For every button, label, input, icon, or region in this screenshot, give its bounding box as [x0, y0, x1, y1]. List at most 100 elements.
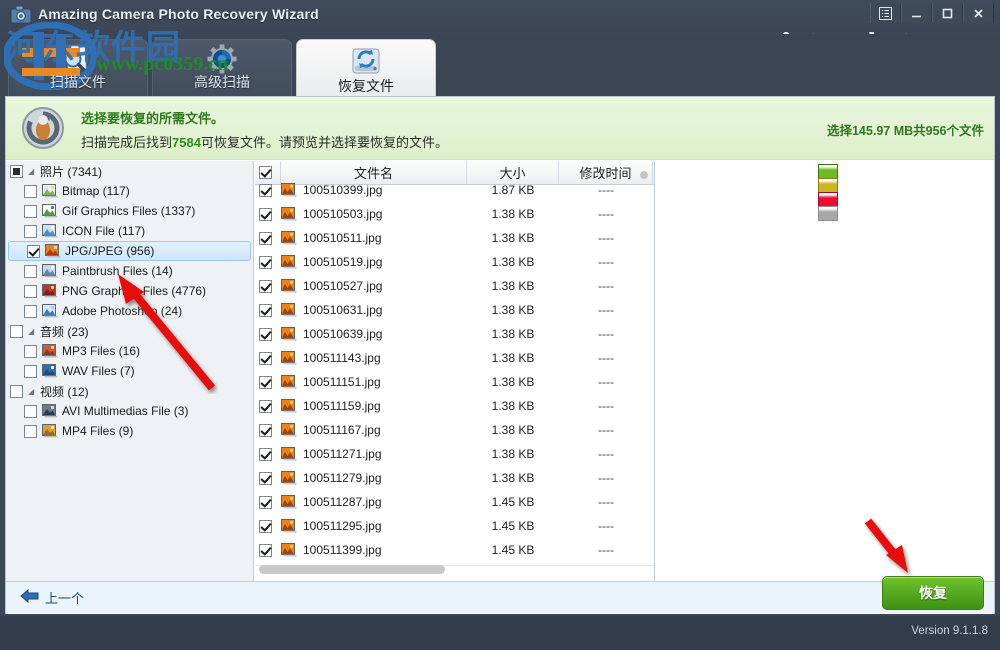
tree-item[interactable]: ICON File (117)	[6, 221, 253, 241]
tree-item-checkbox[interactable]	[24, 225, 37, 238]
expand-collapse-triangle-icon[interactable]: ◢	[28, 167, 38, 176]
row-checkbox-cell[interactable]	[255, 184, 281, 197]
table-row[interactable]: 100511295.jpg1.45 KB----	[255, 514, 655, 538]
table-row[interactable]: 100511159.jpg1.38 KB----	[255, 394, 655, 418]
file-list[interactable]: 文件名 大小 修改时间 100510399.jpg1.87 KB----1005…	[255, 161, 655, 582]
row-checkbox[interactable]	[259, 256, 272, 269]
tree-item-checkbox[interactable]	[24, 305, 37, 318]
tab-scan-files[interactable]: 扫描文件	[8, 39, 148, 97]
tree-item-checkbox[interactable]	[10, 165, 23, 178]
menu-button[interactable]	[870, 3, 901, 23]
row-checkbox[interactable]	[259, 280, 272, 293]
table-row[interactable]: 100511399.jpg1.45 KB----	[255, 538, 655, 562]
table-row[interactable]: 100510639.jpg1.38 KB----	[255, 322, 655, 346]
file-type-tree[interactable]: ◢照片 (7341)Bitmap (117)Gif Graphics Files…	[6, 161, 254, 582]
row-checkbox-cell[interactable]	[255, 472, 281, 485]
table-row[interactable]: 100510519.jpg1.38 KB----	[255, 250, 655, 274]
table-row[interactable]: 100510631.jpg1.38 KB----	[255, 298, 655, 322]
row-checkbox-cell[interactable]	[255, 448, 281, 461]
row-checkbox-cell[interactable]	[255, 544, 281, 557]
row-checkbox[interactable]	[259, 448, 272, 461]
tree-item[interactable]: Paintbrush Files (14)	[6, 261, 253, 281]
previous-button[interactable]: 上一个	[20, 588, 84, 607]
recover-button[interactable]: 恢复	[882, 576, 984, 610]
minimize-button[interactable]	[901, 3, 932, 23]
table-row[interactable]: 100511143.jpg1.38 KB----	[255, 346, 655, 370]
row-checkbox[interactable]	[259, 184, 272, 197]
row-checkbox[interactable]	[259, 424, 272, 437]
tree-item[interactable]: ◢照片 (7341)	[6, 161, 253, 181]
tree-item[interactable]: ◢音频 (23)	[6, 321, 253, 341]
filename-label: 100510511.jpg	[303, 231, 382, 245]
table-row[interactable]: 100510511.jpg1.38 KB----	[255, 226, 655, 250]
row-checkbox-cell[interactable]	[255, 232, 281, 245]
tab-advanced-scan[interactable]: 高级扫描	[152, 39, 292, 97]
tree-item-label: AVI Multimedias File (3)	[62, 404, 188, 418]
tree-item-checkbox[interactable]	[10, 385, 23, 398]
tree-item[interactable]: MP4 Files (9)	[6, 421, 253, 441]
row-checkbox-cell[interactable]	[255, 208, 281, 221]
row-checkbox-cell[interactable]	[255, 376, 281, 389]
tree-item-checkbox[interactable]	[24, 365, 37, 378]
application-window: Amazing Camera Photo Recovery Wizard	[0, 0, 1000, 650]
tab-recover-files[interactable]: 恢复文件	[296, 39, 436, 101]
row-checkbox-cell[interactable]	[255, 424, 281, 437]
table-row[interactable]: 100511287.jpg1.45 KB----	[255, 490, 655, 514]
table-row[interactable]: 100510503.jpg1.38 KB----	[255, 202, 655, 226]
tree-item[interactable]: Adobe Photoshop (24)	[6, 301, 253, 321]
table-row[interactable]: 100511167.jpg1.38 KB----	[255, 418, 655, 442]
row-checkbox[interactable]	[259, 232, 272, 245]
table-row[interactable]: 100510399.jpg1.87 KB----	[255, 178, 655, 202]
jpg-thumbnail-icon	[281, 255, 298, 269]
tree-item-checkbox[interactable]	[24, 265, 37, 278]
row-checkbox[interactable]	[259, 472, 272, 485]
row-checkbox[interactable]	[259, 208, 272, 221]
filename-label: 100511279.jpg	[303, 471, 382, 485]
table-row[interactable]: 100511407.jpg1.45 KB----	[255, 562, 655, 563]
expand-collapse-triangle-icon[interactable]: ◢	[28, 327, 38, 336]
row-checkbox-cell[interactable]	[255, 352, 281, 365]
row-checkbox-cell[interactable]	[255, 256, 281, 269]
tree-item[interactable]: ◢视频 (12)	[6, 381, 253, 401]
tree-item-checkbox[interactable]	[24, 185, 37, 198]
tree-item[interactable]: AVI Multimedias File (3)	[6, 401, 253, 421]
row-checkbox[interactable]	[259, 520, 272, 533]
tree-item-checkbox[interactable]	[10, 325, 23, 338]
row-checkbox[interactable]	[259, 352, 272, 365]
vertical-scroll-indicator[interactable]	[640, 171, 648, 179]
tree-item-checkbox[interactable]	[24, 345, 37, 358]
tree-item-selected[interactable]: JPG/JPEG (956)	[8, 241, 251, 261]
expand-collapse-triangle-icon[interactable]: ◢	[28, 387, 38, 396]
row-checkbox-cell[interactable]	[255, 496, 281, 509]
table-row[interactable]: 100510527.jpg1.38 KB----	[255, 274, 655, 298]
file-list-rows[interactable]: 100510399.jpg1.87 KB----100510503.jpg1.3…	[255, 178, 655, 563]
table-row[interactable]: 100511271.jpg1.38 KB----	[255, 442, 655, 466]
table-row[interactable]: 100511279.jpg1.38 KB----	[255, 466, 655, 490]
tree-item[interactable]: MP3 Files (16)	[6, 341, 253, 361]
horizontal-scrollbar-track[interactable]	[255, 565, 655, 578]
row-checkbox-cell[interactable]	[255, 328, 281, 341]
tree-item-checkbox[interactable]	[24, 425, 37, 438]
tree-item[interactable]: Bitmap (117)	[6, 181, 253, 201]
tree-item[interactable]: Gif Graphics Files (1337)	[6, 201, 253, 221]
tree-item-checkbox[interactable]	[24, 405, 37, 418]
row-checkbox-cell[interactable]	[255, 520, 281, 533]
row-checkbox-cell[interactable]	[255, 304, 281, 317]
row-checkbox-cell[interactable]	[255, 280, 281, 293]
row-checkbox-cell[interactable]	[255, 400, 281, 413]
row-checkbox[interactable]	[259, 400, 272, 413]
maximize-button[interactable]	[932, 3, 963, 23]
row-checkbox[interactable]	[259, 328, 272, 341]
tree-item-checkbox[interactable]	[24, 285, 37, 298]
row-checkbox[interactable]	[259, 496, 272, 509]
tree-item-checkbox[interactable]	[24, 205, 37, 218]
table-row[interactable]: 100511151.jpg1.38 KB----	[255, 370, 655, 394]
close-button[interactable]	[963, 3, 994, 23]
row-checkbox[interactable]	[259, 304, 272, 317]
row-checkbox[interactable]	[259, 544, 272, 557]
tree-item-checkbox[interactable]	[27, 245, 40, 258]
row-checkbox[interactable]	[259, 376, 272, 389]
horizontal-scrollbar-thumb[interactable]	[259, 565, 445, 574]
tree-item[interactable]: WAV Files (7)	[6, 361, 253, 381]
tree-item[interactable]: PNG Graphics Files (4776)	[6, 281, 253, 301]
